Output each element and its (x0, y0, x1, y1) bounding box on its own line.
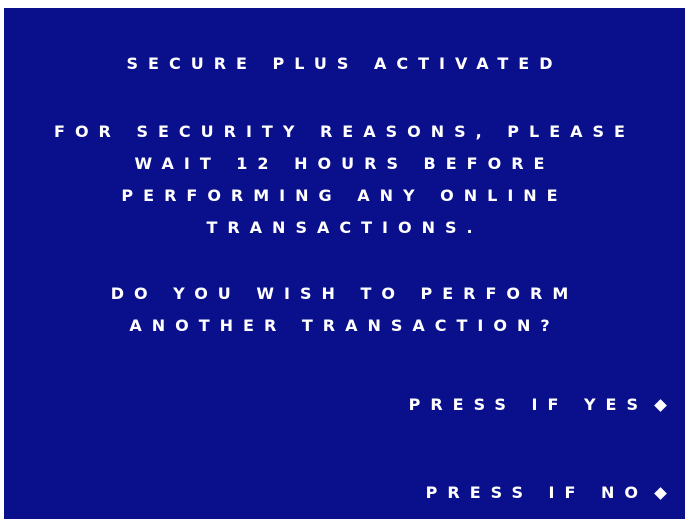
diamond-icon (654, 486, 667, 500)
message-line-2: WAIT 12 HOURS BEFORE (134, 154, 555, 173)
atm-screen: SECURE PLUS ACTIVATED FOR SECURITY REASO… (4, 8, 685, 519)
message-line-1: FOR SECURITY REASONS, PLEASE (54, 122, 635, 141)
message-line-3: PERFORMING ANY ONLINE (121, 186, 568, 205)
question-line-2: ANOTHER TRANSACTION? (129, 316, 560, 335)
screen-title: SECURE PLUS ACTIVATED (126, 54, 563, 73)
message-line-4: TRANSACTIONS. (206, 218, 483, 237)
question-line-1: DO YOU WISH TO PERFORM (110, 284, 579, 303)
no-option[interactable]: PRESS IF NO (425, 483, 667, 503)
yes-option[interactable]: PRESS IF YES (408, 395, 667, 415)
no-option-label: PRESS IF NO (425, 483, 648, 502)
yes-option-label: PRESS IF YES (408, 395, 648, 414)
diamond-icon (654, 398, 667, 412)
